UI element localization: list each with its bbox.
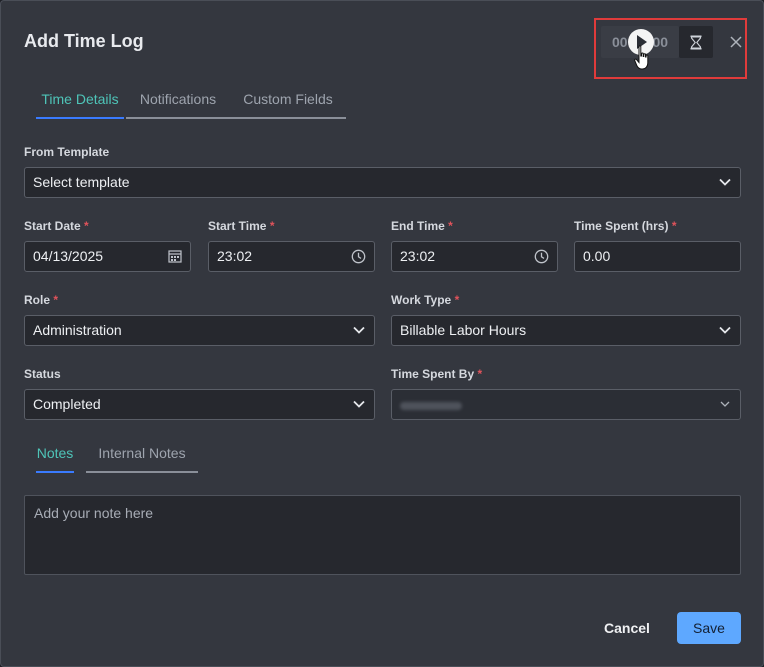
tab-internal-notes[interactable]: Internal Notes [86,442,198,473]
clock-icon[interactable] [351,249,366,264]
status-value: Completed [33,396,101,412]
time-spent-value: 0.00 [583,248,611,264]
start-time-label: Start Time * [208,219,275,233]
chevron-down-icon [719,178,731,186]
timer-highlight-box [594,18,747,79]
work-type-label: Work Type * [391,293,460,307]
add-time-log-dialog: Add Time Log 00:00:00 Time Details Notif… [0,0,764,667]
from-template-label: From Template [24,145,110,159]
cancel-button[interactable]: Cancel [595,613,659,643]
work-type-select[interactable]: Billable Labor Hours [391,315,741,346]
tab-notifications[interactable]: Notifications [126,88,230,119]
role-value: Administration [33,322,122,338]
status-select[interactable]: Completed [24,389,375,420]
work-type-value: Billable Labor Hours [400,322,527,338]
save-button[interactable]: Save [677,612,741,644]
time-spent-input[interactable]: 0.00 [574,241,741,272]
tab-custom-fields[interactable]: Custom Fields [230,88,346,119]
tab-notes[interactable]: Notes [36,442,74,473]
chevron-down-icon [353,400,365,408]
start-time-input[interactable]: 23:02 [208,241,375,272]
start-date-value: 04/13/2025 [33,248,104,264]
end-time-input[interactable]: 23:02 [391,241,558,272]
hand-cursor-icon [634,45,649,70]
start-date-input[interactable]: 04/13/2025 [24,241,191,272]
role-label: Role * [24,293,59,307]
end-time-label: End Time * [391,219,453,233]
end-time-value: 23:02 [400,248,436,264]
dialog-title: Add Time Log [24,31,144,51]
from-template-select[interactable]: Select template [24,167,741,198]
time-spent-by-select[interactable] [391,389,741,420]
main-tabs: Time Details Notifications Custom Fields [26,88,346,119]
notes-tabs: Notes Internal Notes [26,442,206,473]
time-spent-label: Time Spent (hrs) * [574,219,677,233]
tab-time-details[interactable]: Time Details [36,88,124,119]
from-template-value: Select template [33,174,130,190]
calendar-icon[interactable] [168,249,182,263]
time-spent-by-label: Time Spent By * [391,367,483,381]
redacted-name [400,402,462,410]
status-label: Status [24,367,61,381]
close-button[interactable] [728,34,744,50]
close-icon [730,36,742,48]
start-date-label: Start Date * [24,219,89,233]
start-time-value: 23:02 [217,248,253,264]
clock-icon[interactable] [534,249,549,264]
chevron-down-icon [719,326,731,334]
chevron-down-icon [720,401,730,407]
notes-textarea[interactable]: Add your note here [24,495,741,575]
role-select[interactable]: Administration [24,315,375,346]
chevron-down-icon [353,326,365,334]
